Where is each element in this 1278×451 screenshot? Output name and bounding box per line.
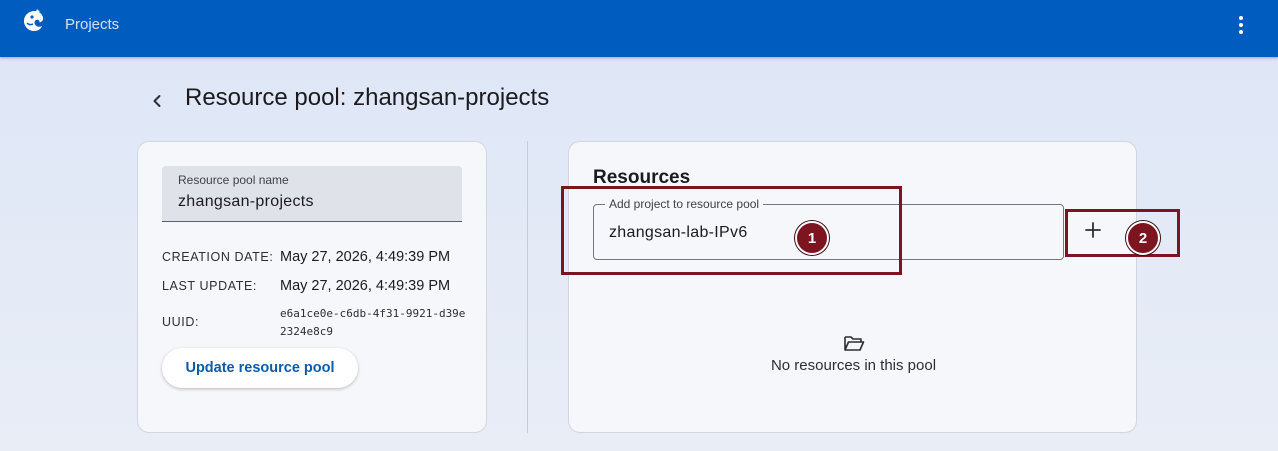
empty-resources-message: No resources in this pool — [770, 357, 937, 374]
last-update-label: LAST UPDATE: — [162, 279, 257, 293]
annotation-box-1 — [561, 186, 902, 275]
annotation-box-2 — [1065, 209, 1180, 257]
update-resource-pool-button[interactable]: Update resource pool — [162, 348, 358, 388]
creation-date-value: May 27, 2026, 4:49:39 PM — [280, 249, 451, 265]
resource-pool-details-card: Resource pool name zhangsan-projects CRE… — [137, 141, 487, 433]
name-field-value[interactable]: zhangsan-projects — [178, 193, 314, 211]
last-update-value: May 27, 2026, 4:49:39 PM — [280, 278, 451, 294]
name-field-label: Resource pool name — [178, 173, 289, 187]
folder-open-icon — [844, 336, 865, 351]
app-title[interactable]: Projects — [65, 16, 119, 33]
creation-date-label: CREATION DATE: — [162, 250, 274, 264]
annotation-marker-1: 1 — [795, 221, 829, 255]
top-app-bar: Projects — [0, 0, 1278, 57]
uuid-value: e6a1ce0e-c6db-4f31-9921-d39e2324e8c9 — [280, 307, 466, 338]
uuid-label: UUID: — [162, 315, 200, 329]
chevron-left-icon[interactable] — [148, 91, 166, 111]
annotation-marker-2: 2 — [1126, 221, 1160, 255]
chameleon-logo-icon[interactable] — [21, 8, 47, 34]
more-vertical-icon[interactable] — [1231, 13, 1251, 37]
resource-pool-name-field[interactable]: Resource pool name zhangsan-projects — [162, 166, 462, 222]
page-title: Resource pool: zhangsan-projects — [185, 84, 550, 111]
resources-card: Resources Add project to resource pool N… — [568, 141, 1137, 433]
section-divider — [527, 141, 528, 433]
